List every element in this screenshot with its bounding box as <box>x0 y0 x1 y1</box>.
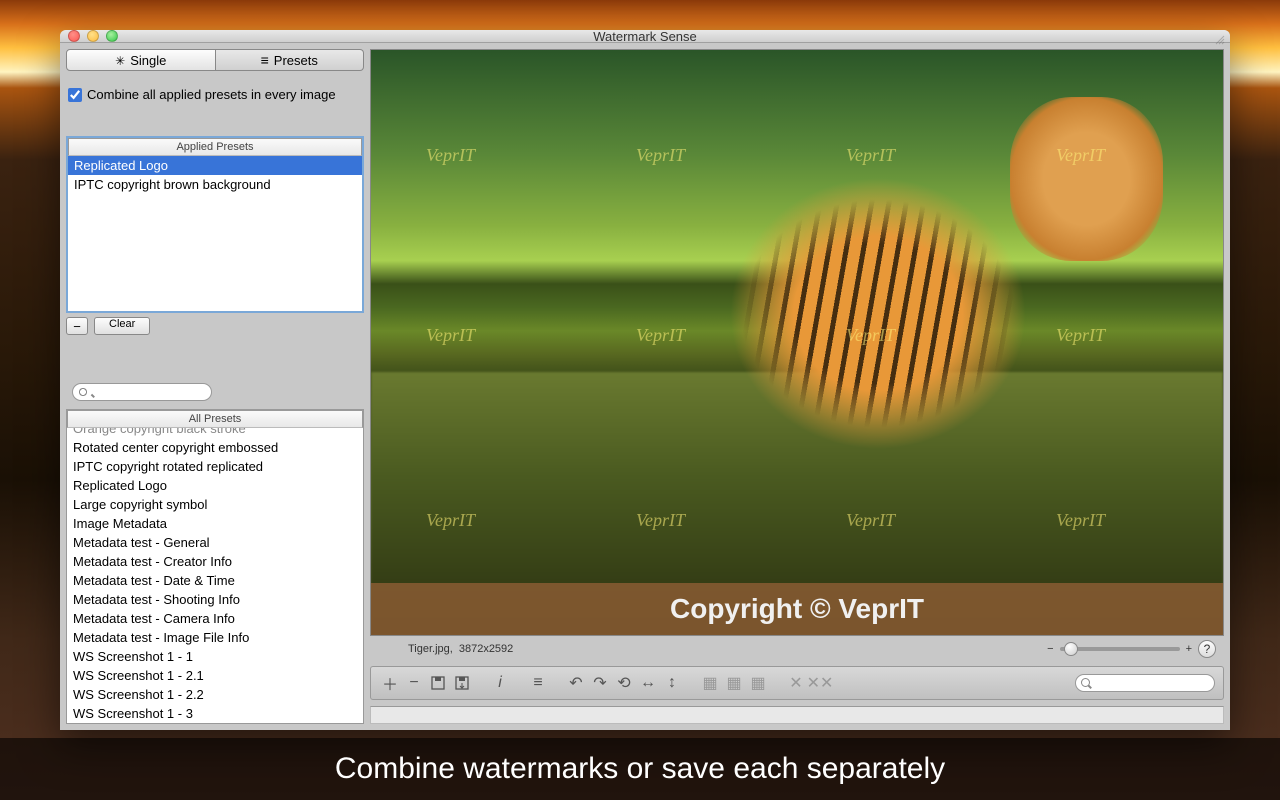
watermark-toolbar: ＋ − i ≡ ↶ ↷ ⟲ ↔ ↕ ▦ ▦ ▦ ✕ ✕✕ <box>370 666 1224 700</box>
tiger-head-shape <box>1010 97 1163 261</box>
help-button[interactable]: ? <box>1198 640 1216 658</box>
titlebar: Watermark Sense <box>60 30 1230 43</box>
all-preset-row[interactable]: Metadata test - Date & Time <box>67 571 363 590</box>
all-preset-row[interactable]: WS Screenshot 1 - 2.1 <box>67 666 363 685</box>
status-bar: Tiger.jpg, 3872x2592 − + ? <box>370 638 1224 660</box>
promo-caption: Combine watermarks or save each separate… <box>0 738 1280 800</box>
all-presets-header: All Presets <box>67 410 363 428</box>
search-wrap <box>72 383 212 401</box>
copyright-band: Copyright © VeprIT <box>371 583 1223 635</box>
add-watermark-button[interactable]: ＋ <box>379 672 401 694</box>
status-dimensions: 3872x2592 <box>459 643 513 655</box>
align-button[interactable]: ≡ <box>527 672 549 694</box>
rotate-left-button[interactable]: ↶ <box>565 672 587 694</box>
gear-icon <box>115 53 125 68</box>
zoom-in-button[interactable]: + <box>1186 643 1192 655</box>
info-button[interactable]: i <box>489 672 511 694</box>
mode-presets-label: Presets <box>274 53 318 68</box>
resize-icon <box>1214 34 1226 46</box>
watermark-logo: VeprIT <box>636 510 685 531</box>
watermark-logo: VeprIT <box>1056 145 1105 166</box>
tile-alt2-button[interactable]: ▦ <box>747 672 769 694</box>
preview-image[interactable]: VeprIT VeprIT VeprIT VeprIT VeprIT VeprIT Vepr… <box>371 50 1223 635</box>
preview-panel: VeprIT VeprIT VeprIT VeprIT VeprIT VeprIT Vepr… <box>370 49 1224 636</box>
toolbar-search-input[interactable] <box>1075 674 1215 692</box>
all-preset-row[interactable]: Metadata test - Camera Info <box>67 609 363 628</box>
combine-presets-checkbox-row[interactable]: Combine all applied presets in every ima… <box>60 77 370 106</box>
watermark-logo: VeprIT <box>426 510 475 531</box>
all-preset-row[interactable]: Metadata test - Shooting Info <box>67 590 363 609</box>
close-button[interactable] <box>68 30 80 42</box>
watermark-list-area[interactable] <box>370 706 1224 724</box>
all-preset-row[interactable]: Image Metadata <box>67 514 363 533</box>
all-presets-list[interactable]: Orange copyright black strokeRotated cen… <box>67 428 363 723</box>
watermark-logo: VeprIT <box>846 510 895 531</box>
watermark-logo: VeprIT <box>846 325 895 346</box>
all-preset-row[interactable]: Large copyright symbol <box>67 495 363 514</box>
remove-preset-button[interactable]: − <box>66 317 88 335</box>
applied-presets-list[interactable]: Replicated LogoIPTC copyright brown back… <box>68 156 362 311</box>
mode-single-label: Single <box>130 53 166 68</box>
watermark-logo: VeprIT <box>1056 325 1105 346</box>
toolbar-search-wrap <box>1075 674 1215 692</box>
minimize-button[interactable] <box>87 30 99 42</box>
rotate-180-button[interactable]: ⟲ <box>613 672 635 694</box>
tile-button[interactable]: ▦ <box>699 672 721 694</box>
all-preset-row[interactable]: WS Screenshot 1 - 3 <box>67 704 363 723</box>
sidebar: Single Presets Combine all applied prese… <box>60 43 370 730</box>
zoom-button[interactable] <box>106 30 118 42</box>
save-as-button[interactable] <box>451 672 473 694</box>
all-preset-row[interactable]: Replicated Logo <box>67 476 363 495</box>
applied-presets-controls: − Clear <box>66 317 364 335</box>
applied-presets-panel: Applied Presets Replicated LogoIPTC copy… <box>66 136 364 313</box>
all-preset-row[interactable]: WS Screenshot 1 - 2.2 <box>67 685 363 704</box>
window-title: Watermark Sense <box>60 29 1230 44</box>
all-preset-row[interactable]: Orange copyright black stroke <box>67 428 363 438</box>
combine-presets-checkbox[interactable] <box>68 88 82 102</box>
main-area: VeprIT VeprIT VeprIT VeprIT VeprIT VeprIT Vepr… <box>370 43 1230 730</box>
watermark-logo: VeprIT <box>636 145 685 166</box>
content-area: Single Presets Combine all applied prese… <box>60 43 1230 730</box>
minus-icon: − <box>73 319 81 334</box>
rotate-right-button[interactable]: ↷ <box>589 672 611 694</box>
all-preset-row[interactable]: Metadata test - General <box>67 533 363 552</box>
tile-alt-button[interactable]: ▦ <box>723 672 745 694</box>
mode-single-button[interactable]: Single <box>66 49 216 71</box>
zoom-out-button[interactable]: − <box>1047 643 1053 655</box>
save-button[interactable] <box>427 672 449 694</box>
clear-all-button[interactable]: ✕✕ <box>809 672 831 694</box>
status-filename: Tiger.jpg, <box>408 643 453 655</box>
app-window: Watermark Sense Single Presets Combine a… <box>60 30 1230 730</box>
clear-presets-button[interactable]: Clear <box>94 317 150 335</box>
list-icon <box>261 52 269 68</box>
applied-preset-row[interactable]: Replicated Logo <box>68 156 362 175</box>
all-preset-row[interactable]: Rotated center copyright embossed <box>67 438 363 457</box>
mode-presets-button[interactable]: Presets <box>216 49 365 71</box>
clear-wm-button[interactable]: ✕ <box>785 672 807 694</box>
applied-preset-row[interactable]: IPTC copyright brown background <box>68 175 362 194</box>
remove-watermark-button[interactable]: − <box>403 672 425 694</box>
zoom-slider[interactable] <box>1060 647 1180 651</box>
flip-vertical-button[interactable]: ↕ <box>661 672 683 694</box>
watermark-logo: VeprIT <box>426 145 475 166</box>
watermark-logo: VeprIT <box>1056 510 1105 531</box>
flip-horizontal-button[interactable]: ↔ <box>637 672 659 694</box>
all-preset-row[interactable]: Metadata test - Creator Info <box>67 552 363 571</box>
all-presets-panel: All Presets Orange copyright black strok… <box>66 409 364 724</box>
watermark-logo: VeprIT <box>846 145 895 166</box>
combine-presets-label: Combine all applied presets in every ima… <box>87 87 336 102</box>
preset-search-input[interactable] <box>72 383 212 401</box>
mode-segmented-control: Single Presets <box>66 49 364 71</box>
zoom-slider-thumb[interactable] <box>1064 642 1078 656</box>
all-preset-row[interactable]: Metadata test - Image File Info <box>67 628 363 647</box>
watermark-logo: VeprIT <box>636 325 685 346</box>
traffic-lights <box>68 30 118 42</box>
watermark-logo: VeprIT <box>426 325 475 346</box>
search-row <box>66 361 364 405</box>
applied-presets-header: Applied Presets <box>68 138 362 156</box>
zoom-control: − + <box>1047 643 1192 655</box>
all-preset-row[interactable]: WS Screenshot 1 - 1 <box>67 647 363 666</box>
all-preset-row[interactable]: IPTC copyright rotated replicated <box>67 457 363 476</box>
